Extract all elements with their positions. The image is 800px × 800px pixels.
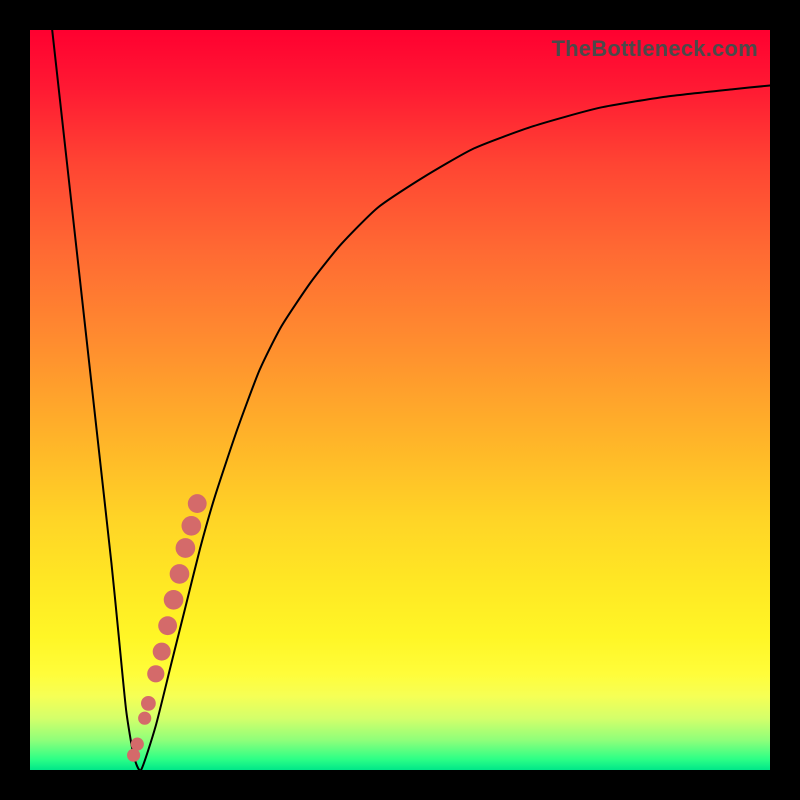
data-marker (153, 643, 171, 661)
data-marker (131, 738, 144, 751)
chart-frame: TheBottleneck.com (0, 0, 800, 800)
curve-layer (30, 30, 770, 770)
data-marker (176, 538, 196, 558)
data-marker (181, 516, 201, 536)
data-marker (138, 712, 151, 725)
markers-group (127, 494, 207, 762)
plot-area: TheBottleneck.com (30, 30, 770, 770)
data-marker (188, 494, 207, 513)
data-marker (141, 696, 156, 711)
data-marker (164, 590, 184, 610)
data-marker (147, 665, 164, 682)
data-marker (158, 616, 177, 635)
data-marker (170, 564, 190, 584)
